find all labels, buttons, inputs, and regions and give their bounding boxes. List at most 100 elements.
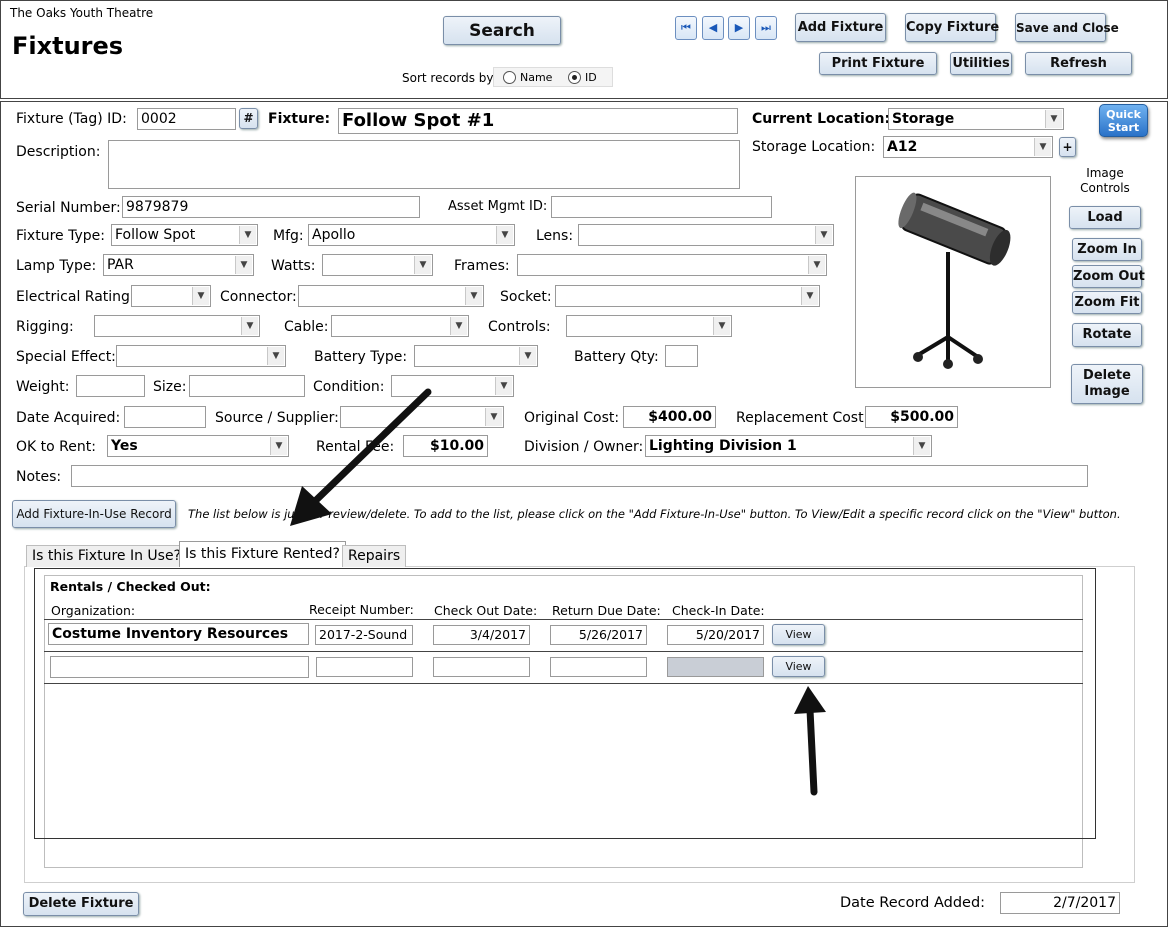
last-record-icon[interactable]: ⏭ [755, 16, 777, 40]
chevron-down-icon[interactable]: ▼ [815, 226, 832, 244]
current-location-select[interactable]: Storage ▼ [888, 108, 1064, 130]
refresh-button[interactable]: Refresh [1025, 52, 1132, 75]
notes-label: Notes: [16, 469, 62, 485]
sort-id-label: ID [585, 71, 597, 84]
chevron-down-icon[interactable]: ▼ [465, 287, 482, 305]
notes-field[interactable] [71, 465, 1088, 487]
weight-field[interactable] [76, 375, 145, 397]
rental-checkout-field[interactable]: 3/4/2017 [433, 625, 530, 645]
zoom-out-button[interactable]: Zoom Out [1072, 265, 1145, 288]
search-button[interactable]: Search [443, 16, 561, 45]
special-effect-select[interactable]: ▼ [116, 345, 286, 367]
mfg-select[interactable]: Apollo ▼ [308, 224, 515, 246]
chevron-down-icon[interactable]: ▼ [235, 256, 252, 274]
chevron-down-icon[interactable]: ▼ [496, 226, 513, 244]
tab-fixture-rented[interactable]: Is this Fixture Rented? [179, 541, 346, 567]
fixture-type-select[interactable]: Follow Spot ▼ [111, 224, 258, 246]
rotate-button[interactable]: Rotate [1072, 323, 1142, 347]
zoom-in-button[interactable]: Zoom In [1072, 238, 1142, 261]
save-close-button[interactable]: Save and Close [1015, 13, 1119, 42]
lamp-type-label: Lamp Type: [16, 258, 97, 274]
view-rental-button[interactable]: View [772, 624, 825, 645]
watts-label: Watts: [271, 258, 316, 274]
chevron-down-icon[interactable]: ▼ [241, 317, 258, 335]
chevron-down-icon[interactable]: ▼ [519, 347, 536, 365]
sort-name-radio[interactable] [503, 71, 516, 84]
chevron-down-icon[interactable]: ▼ [192, 287, 209, 305]
chevron-down-icon[interactable]: ▼ [239, 226, 256, 244]
lamp-type-select[interactable]: PAR ▼ [103, 254, 254, 276]
rental-due-field[interactable] [550, 657, 647, 677]
serial-field[interactable]: 9879879 [122, 196, 420, 218]
rental-checkout-field[interactable] [433, 657, 530, 677]
storage-location-select[interactable]: A12 ▼ [883, 136, 1053, 158]
tab-fixture-in-use[interactable]: Is this Fixture In Use? [26, 545, 187, 567]
load-image-button[interactable]: Load [1069, 206, 1141, 229]
chevron-down-icon[interactable]: ▼ [808, 256, 825, 274]
print-fixture-button[interactable]: Print Fixture [819, 52, 937, 75]
cable-select[interactable]: ▼ [331, 315, 469, 337]
utilities-button[interactable]: Utilities [950, 52, 1012, 75]
chevron-down-icon[interactable]: ▼ [801, 287, 818, 305]
chevron-down-icon[interactable]: ▼ [913, 437, 930, 455]
view-rental-button[interactable]: View [772, 656, 825, 677]
delete-image-button[interactable]: Delete Image [1071, 364, 1143, 404]
chevron-down-icon[interactable]: ▼ [414, 256, 431, 274]
socket-select[interactable]: ▼ [555, 285, 820, 307]
add-storage-button[interactable]: + [1059, 137, 1076, 157]
original-cost-field[interactable]: $400.00 [623, 406, 716, 428]
zoom-fit-button[interactable]: Zoom Fit [1072, 291, 1142, 314]
asset-field[interactable] [551, 196, 772, 218]
chevron-down-icon[interactable]: ▼ [267, 347, 284, 365]
delete-fixture-button[interactable]: Delete Fixture [23, 892, 139, 916]
size-label: Size: [153, 379, 187, 395]
fixture-name-field[interactable]: Follow Spot #1 [338, 108, 738, 134]
ok-to-rent-label: OK to Rent: [16, 439, 96, 455]
rental-checkin-field[interactable] [667, 657, 764, 677]
fixture-image [855, 176, 1051, 388]
add-fixture-in-use-button[interactable]: Add Fixture-In-Use Record [12, 500, 176, 528]
tab-repairs[interactable]: Repairs [342, 545, 407, 567]
prev-record-icon[interactable]: ◀ [702, 16, 724, 40]
chevron-down-icon[interactable]: ▼ [713, 317, 730, 335]
replacement-cost-field[interactable]: $500.00 [865, 406, 958, 428]
chevron-down-icon[interactable]: ▼ [495, 377, 512, 395]
chevron-down-icon[interactable]: ▼ [1045, 110, 1062, 128]
rental-checkin-field[interactable]: 5/20/2017 [667, 625, 764, 645]
date-acquired-field[interactable] [124, 406, 206, 428]
rental-receipt-field[interactable]: 2017-2-Sound [315, 625, 413, 645]
chevron-down-icon[interactable]: ▼ [485, 408, 502, 426]
tag-id-field[interactable]: 0002 [137, 108, 236, 130]
ok-to-rent-select[interactable]: Yes ▼ [107, 435, 289, 457]
division-select[interactable]: Lighting Division 1 ▼ [645, 435, 932, 457]
description-label: Description: [16, 144, 101, 160]
rental-receipt-field[interactable] [316, 657, 413, 677]
rental-organization-field[interactable]: Costume Inventory Resources [48, 623, 309, 645]
add-fixture-button[interactable]: Add Fixture [795, 13, 886, 42]
delete-image-label: Delete Image [1083, 368, 1131, 399]
rigging-select[interactable]: ▼ [94, 315, 260, 337]
chevron-down-icon[interactable]: ▼ [1034, 138, 1051, 156]
electrical-select[interactable]: ▼ [131, 285, 211, 307]
mfg-label: Mfg: [273, 228, 304, 244]
asset-label: Asset Mgmt ID: [448, 199, 548, 214]
first-record-icon[interactable]: ⏮ [675, 16, 697, 40]
sort-id-radio[interactable] [568, 71, 581, 84]
chevron-down-icon[interactable]: ▼ [450, 317, 467, 335]
battery-type-select[interactable]: ▼ [414, 345, 538, 367]
rental-organization-field[interactable] [50, 656, 309, 678]
battery-qty-field[interactable] [665, 345, 698, 367]
copy-fixture-button[interactable]: Copy Fixture [905, 13, 999, 42]
lens-label: Lens: [536, 228, 574, 244]
quick-start-button[interactable]: Quick Start [1099, 104, 1148, 137]
connector-select[interactable]: ▼ [298, 285, 484, 307]
description-field[interactable] [108, 140, 740, 189]
watts-select[interactable]: ▼ [322, 254, 433, 276]
rental-due-field[interactable]: 5/26/2017 [550, 625, 647, 645]
mfg-value: Apollo [312, 227, 356, 243]
frames-select[interactable]: ▼ [517, 254, 827, 276]
next-record-icon[interactable]: ▶ [728, 16, 750, 40]
controls-select[interactable]: ▼ [566, 315, 732, 337]
lens-select[interactable]: ▼ [578, 224, 834, 246]
hash-button[interactable]: # [239, 108, 258, 129]
